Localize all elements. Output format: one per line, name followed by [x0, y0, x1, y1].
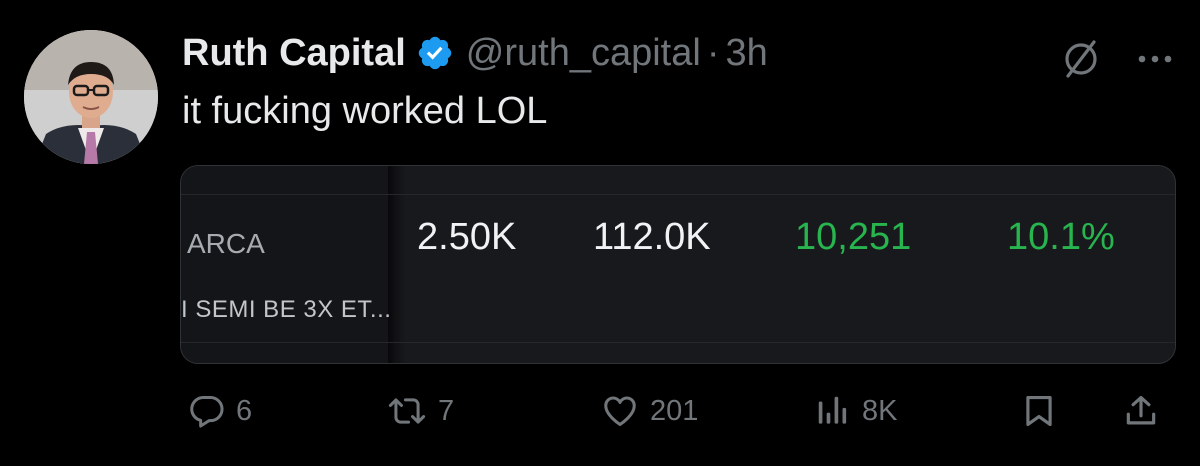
views-button[interactable]: 8K — [814, 386, 897, 436]
separator-dot: · — [706, 31, 720, 74]
share-button[interactable] — [1122, 386, 1160, 436]
avatar-photo — [24, 30, 158, 164]
repost-button[interactable]: 7 — [386, 386, 454, 436]
bookmark-button[interactable] — [1020, 386, 1058, 436]
heart-icon — [604, 396, 636, 426]
exchange-label: ARCA — [187, 228, 265, 259]
repost-count: 7 — [438, 394, 455, 427]
card-divider-shadow — [388, 166, 406, 363]
display-name[interactable]: Ruth Capital — [182, 32, 406, 75]
grok-icon[interactable] — [1058, 36, 1104, 82]
card-left-panel — [181, 166, 393, 363]
action-bar: 6 7 201 8K — [180, 386, 1170, 436]
card-top-rule — [181, 194, 1175, 195]
fund-name: I SEMI BE 3X ET... — [181, 296, 392, 323]
share-icon — [1126, 395, 1156, 425]
reply-button[interactable]: 6 — [188, 386, 252, 436]
header-icons — [1058, 36, 1172, 82]
stat-avg-volume: 112.0K — [593, 216, 711, 258]
stat-change-percent: 10.1% — [1007, 216, 1115, 258]
stat-volume: 2.50K — [417, 216, 517, 258]
reply-icon — [190, 396, 224, 428]
stat-change-value: 10,251 — [795, 216, 912, 258]
tweet-image[interactable]: ARCA I SEMI BE 3X ET... 2.50K 112.0K 10,… — [180, 165, 1176, 364]
card-bottom-rule — [181, 342, 1175, 343]
like-button[interactable]: 201 — [600, 386, 698, 436]
user-handle[interactable]: @ruth_capital — [466, 32, 701, 75]
bookmark-icon — [1026, 395, 1052, 427]
view-count: 8K — [862, 394, 898, 427]
more-options-icon[interactable] — [1138, 53, 1172, 65]
verified-badge-icon[interactable] — [416, 34, 454, 72]
repost-icon — [388, 398, 426, 424]
timestamp[interactable]: 3h — [725, 32, 767, 75]
tweet-header: Ruth Capital @ruth_capital · 3h — [182, 28, 768, 78]
analytics-icon — [818, 396, 847, 424]
tweet-text: it fucking worked LOL — [182, 90, 548, 132]
like-count: 201 — [650, 394, 699, 427]
reply-count: 6 — [236, 394, 253, 427]
avatar[interactable] — [24, 30, 158, 164]
